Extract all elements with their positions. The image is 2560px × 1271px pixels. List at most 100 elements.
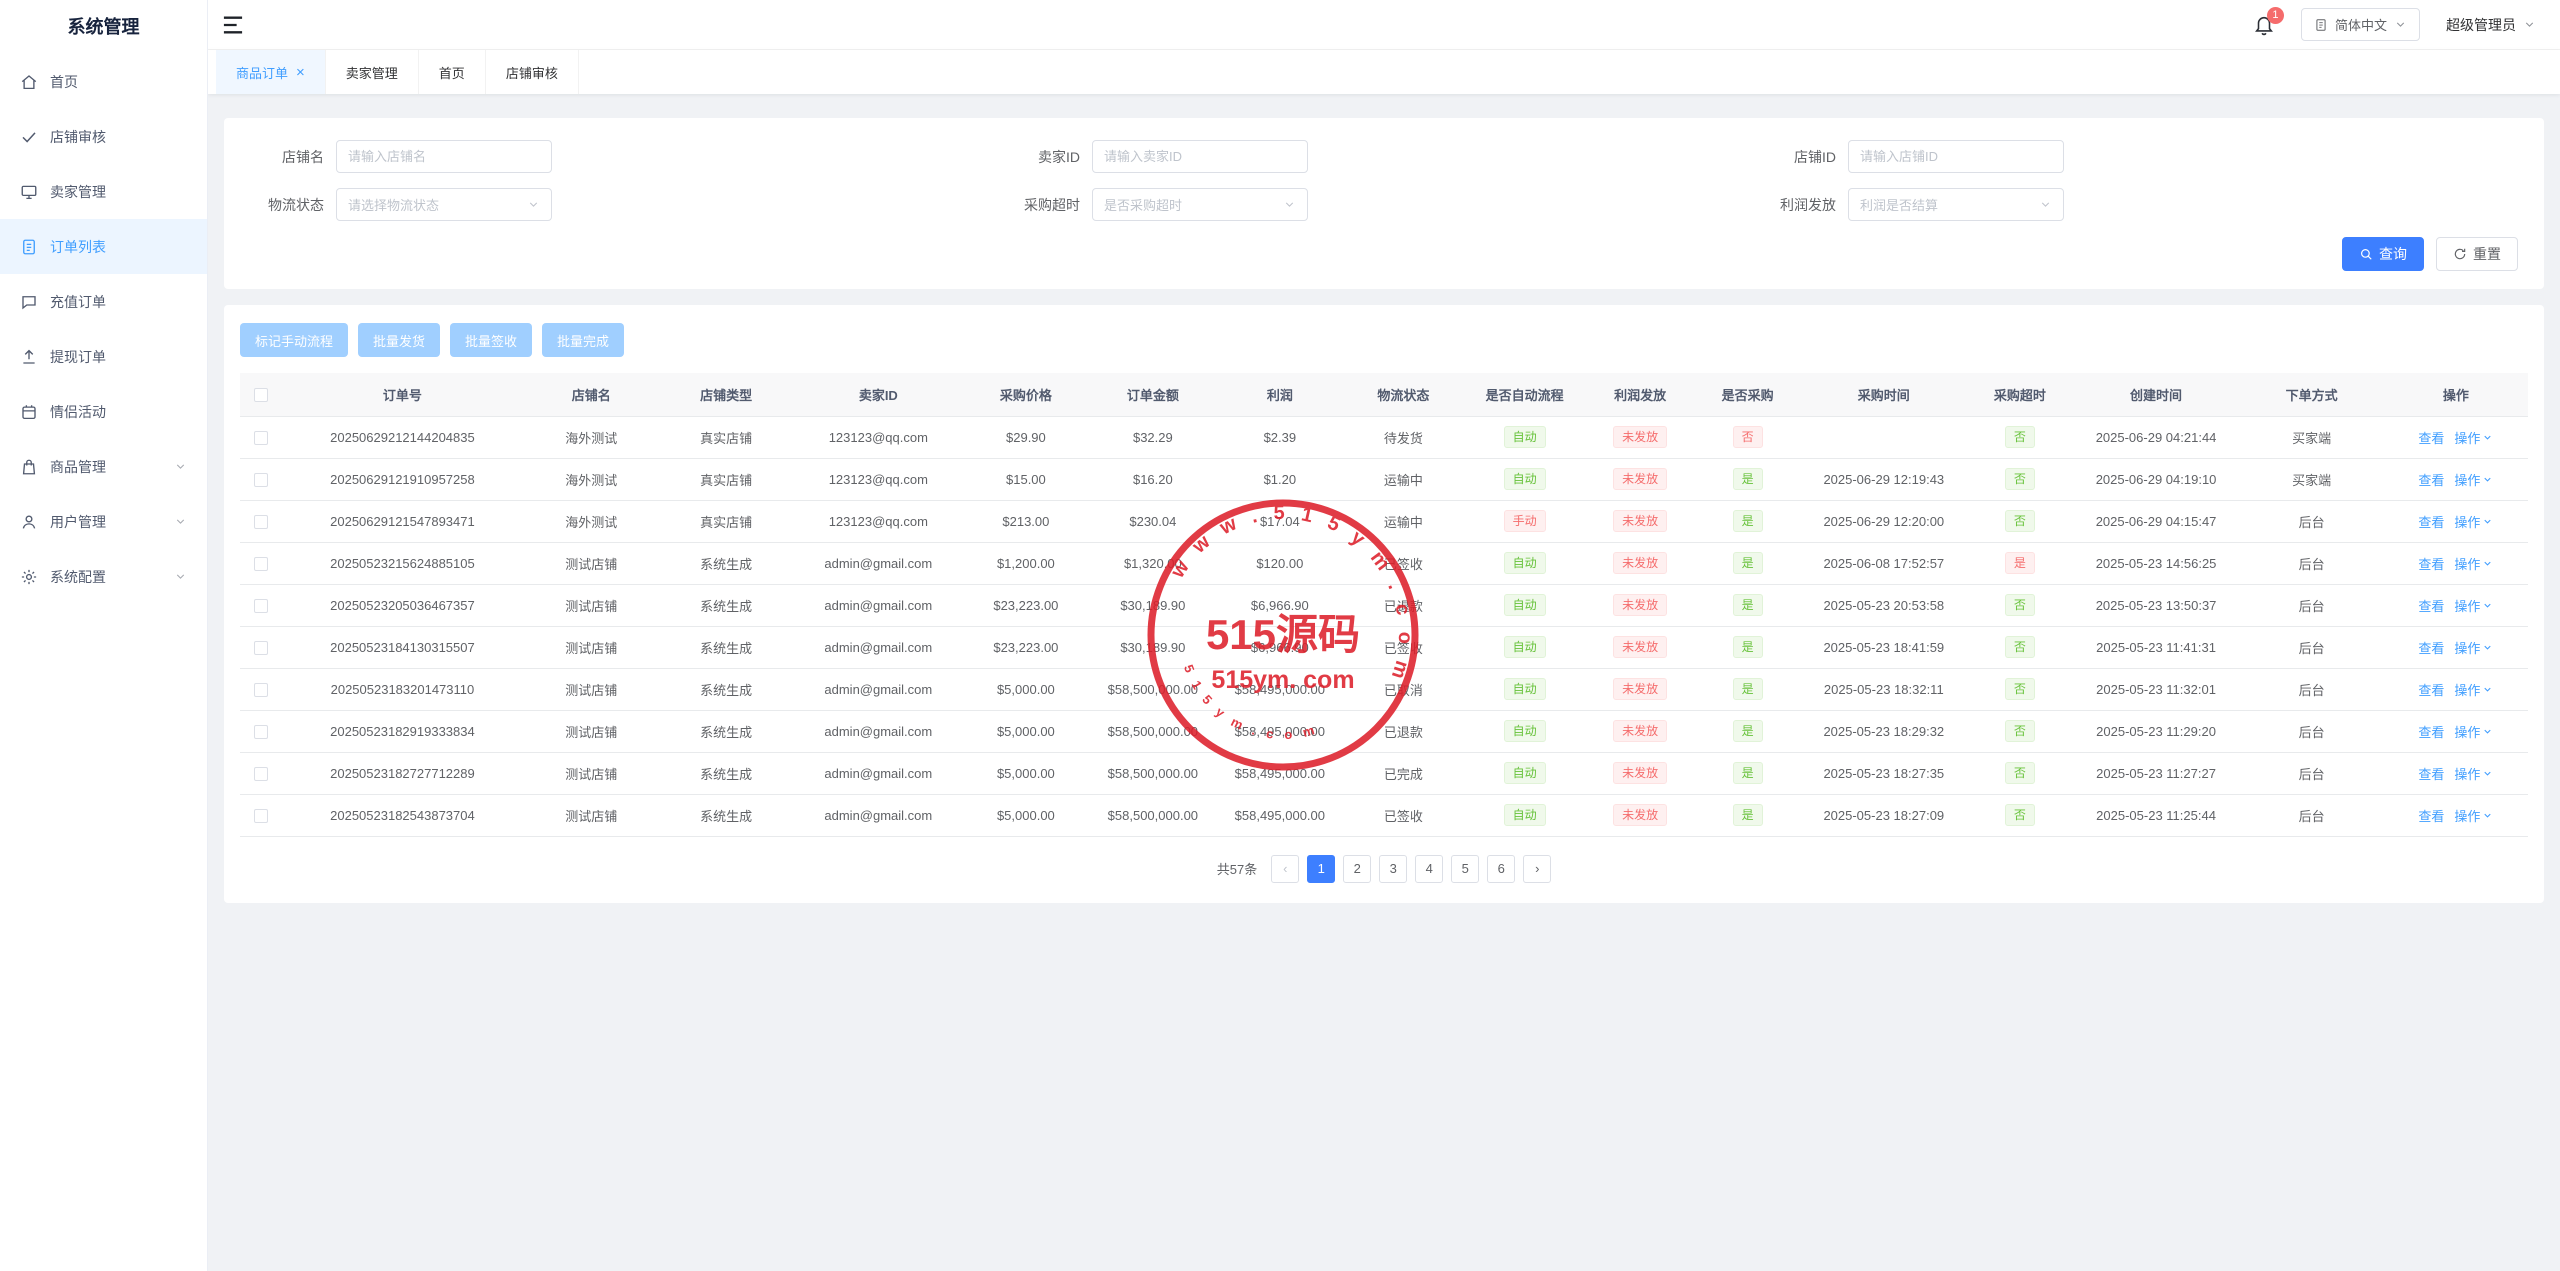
tab-product-orders[interactable]: 商品订单 × — [216, 50, 326, 94]
view-link[interactable]: 查看 — [2418, 596, 2444, 615]
sidebar-item-product-management[interactable]: 商品管理 — [0, 439, 207, 494]
filter-grid: 店铺名 卖家ID 店铺ID 物流状态 请选择物流状态 采购超时 是否采购超时 利润发放 利润是否… — [250, 140, 2518, 221]
mark-manual-flow-button[interactable]: 标记手动流程 — [240, 323, 349, 357]
page-button-4[interactable]: 4 — [1415, 854, 1444, 883]
sidebar-item-couple-activity[interactable]: 情侣活动 — [0, 384, 207, 439]
select-all-checkbox[interactable] — [253, 388, 268, 403]
sidebar-menu: 首页 店铺审核 卖家管理 订单列表 充值订单 提现订单情侣活动商品管理用户管理系统配置 — [0, 54, 207, 604]
search-button[interactable]: 查询 — [2342, 237, 2424, 271]
cell-auto-flow: 自动 — [1464, 710, 1586, 753]
page-button-2[interactable]: 2 — [1343, 854, 1372, 883]
table-row: 20250523182543873704 测试店铺 系统生成 admin@gmail.… — [240, 794, 2528, 837]
chevron-down-icon — [2523, 18, 2536, 31]
table-header-row: 订单号 店铺名 店铺类型 卖家ID 采购价格 订单金额 利润 物流状态 是否自动流程 利润发放 是否… — [240, 373, 2528, 417]
action-link[interactable]: 操作 — [2454, 638, 2493, 657]
view-link[interactable]: 查看 — [2418, 554, 2444, 573]
tab-shop-audit[interactable]: 店铺审核 — [486, 50, 579, 94]
page-button-6[interactable]: 6 — [1487, 854, 1516, 883]
action-link[interactable]: 操作 — [2454, 722, 2493, 741]
row-checkbox[interactable] — [253, 472, 268, 487]
cell-create-time: 2025-05-23 11:25:44 — [2072, 794, 2240, 837]
sidebar-item-recharge-orders[interactable]: 充值订单 — [0, 274, 207, 329]
row-checkbox[interactable] — [253, 808, 268, 823]
sidebar-collapse-button[interactable] — [222, 15, 244, 35]
cell-actions: 查看 操作 — [2383, 626, 2528, 669]
cell-profit: $58,495,000.00 — [1216, 710, 1343, 753]
notifications-button[interactable]: 1 — [2253, 6, 2284, 36]
batch-complete-button[interactable]: 批量完成 — [542, 323, 625, 357]
cell-create-time: 2025-06-29 04:19:10 — [2072, 458, 2240, 501]
action-link[interactable]: 操作 — [2454, 512, 2493, 531]
sidebar-item-shop-audit[interactable]: 店铺审核 — [0, 109, 207, 164]
table-row: 20250629212144204835 海外测试 真实店铺 123123@qq.co… — [240, 416, 2528, 459]
action-link[interactable]: 操作 — [2454, 596, 2493, 615]
next-page-button[interactable]: › — [1523, 854, 1552, 883]
status-tag: 是 — [1732, 635, 1763, 659]
filter-label: 物流状态 — [268, 196, 324, 213]
select-placeholder: 是否采购超时 — [1104, 198, 1183, 213]
status-tag: 未发放 — [1613, 551, 1668, 575]
row-checkbox[interactable] — [253, 430, 268, 445]
sidebar-item-label: 情侣活动 — [50, 403, 106, 420]
page-button-5[interactable]: 5 — [1451, 854, 1480, 883]
action-link[interactable]: 操作 — [2454, 470, 2493, 489]
tab-home[interactable]: 首页 — [419, 50, 486, 94]
sidebar-item-seller-management[interactable]: 卖家管理 — [0, 164, 207, 219]
column-header: 采购超时 — [1967, 373, 2073, 417]
reset-button[interactable]: 重置 — [2436, 237, 2518, 271]
orders-tbody: 20250629212144204835 海外测试 真实店铺 123123@qq.co… — [240, 416, 2528, 837]
tab-seller-management[interactable]: 卖家管理 — [326, 50, 419, 94]
sidebar-item-label: 用户管理 — [50, 513, 106, 530]
sidebar-item-home[interactable]: 首页 — [0, 54, 207, 109]
row-checkbox[interactable] — [253, 514, 268, 529]
column-header: 采购价格 — [962, 373, 1089, 417]
action-link[interactable]: 操作 — [2454, 764, 2493, 783]
action-link[interactable]: 操作 — [2454, 806, 2493, 825]
prev-page-button[interactable]: ‹ — [1271, 854, 1300, 883]
view-link[interactable]: 查看 — [2418, 680, 2444, 699]
batch-ship-button[interactable]: 批量发货 — [358, 323, 441, 357]
view-link[interactable]: 查看 — [2418, 722, 2444, 741]
sidebar-item-withdraw-orders[interactable]: 提现订单 — [0, 329, 207, 384]
action-link[interactable]: 操作 — [2454, 428, 2493, 447]
language-selector[interactable]: 简体中文 — [2300, 8, 2420, 41]
cell-actions: 查看 操作 — [2383, 458, 2528, 501]
batch-sign-button[interactable]: 批量签收 — [450, 323, 533, 357]
page-button-3[interactable]: 3 — [1379, 854, 1408, 883]
action-link[interactable]: 操作 — [2454, 680, 2493, 699]
view-link[interactable]: 查看 — [2418, 428, 2444, 447]
row-checkbox[interactable] — [253, 556, 268, 571]
view-link[interactable]: 查看 — [2418, 470, 2444, 489]
action-link[interactable]: 操作 — [2454, 554, 2493, 573]
row-checkbox[interactable] — [253, 598, 268, 613]
row-checkbox[interactable] — [253, 640, 268, 655]
view-link[interactable]: 查看 — [2418, 512, 2444, 531]
filter-select-purchase-timeout[interactable]: 是否采购超时 — [1092, 188, 1308, 221]
filter-select-profit-release[interactable]: 利润是否结算 — [1848, 188, 2064, 221]
filter-input-shop-name[interactable] — [336, 140, 552, 173]
cell-select — [240, 794, 282, 837]
user-menu[interactable]: 超级管理员 — [2446, 15, 2536, 35]
row-checkbox[interactable] — [253, 724, 268, 739]
filter-field-seller-id: 卖家ID — [1006, 140, 1762, 173]
close-icon[interactable]: × — [296, 65, 305, 80]
filter-field-purchase-timeout: 采购超时 是否采购超时 — [1006, 188, 1762, 221]
sidebar-item-user-management[interactable]: 用户管理 — [0, 494, 207, 549]
row-checkbox[interactable] — [253, 682, 268, 697]
tab-label: 首页 — [438, 65, 465, 81]
cell-purchase-time: 2025-05-23 18:27:09 — [1800, 794, 1968, 837]
row-checkbox[interactable] — [253, 766, 268, 781]
view-link[interactable]: 查看 — [2418, 638, 2444, 657]
sidebar-item-order-list[interactable]: 订单列表 — [0, 219, 207, 274]
table-row: 20250629121910957258 海外测试 真实店铺 123123@qq.co… — [240, 458, 2528, 501]
view-link[interactable]: 查看 — [2418, 806, 2444, 825]
cell-select — [240, 458, 282, 501]
filter-input-shop-id[interactable] — [1848, 140, 2064, 173]
sidebar-item-system-config[interactable]: 系统配置 — [0, 549, 207, 604]
filter-select-logistics-status[interactable]: 请选择物流状态 — [336, 188, 552, 221]
filter-input-seller-id[interactable] — [1092, 140, 1308, 173]
view-link[interactable]: 查看 — [2418, 764, 2444, 783]
page-button-1[interactable]: 1 — [1307, 854, 1336, 883]
cell-profit-release: 未发放 — [1585, 710, 1696, 753]
cell-create-time: 2025-05-23 11:41:31 — [2072, 626, 2240, 669]
